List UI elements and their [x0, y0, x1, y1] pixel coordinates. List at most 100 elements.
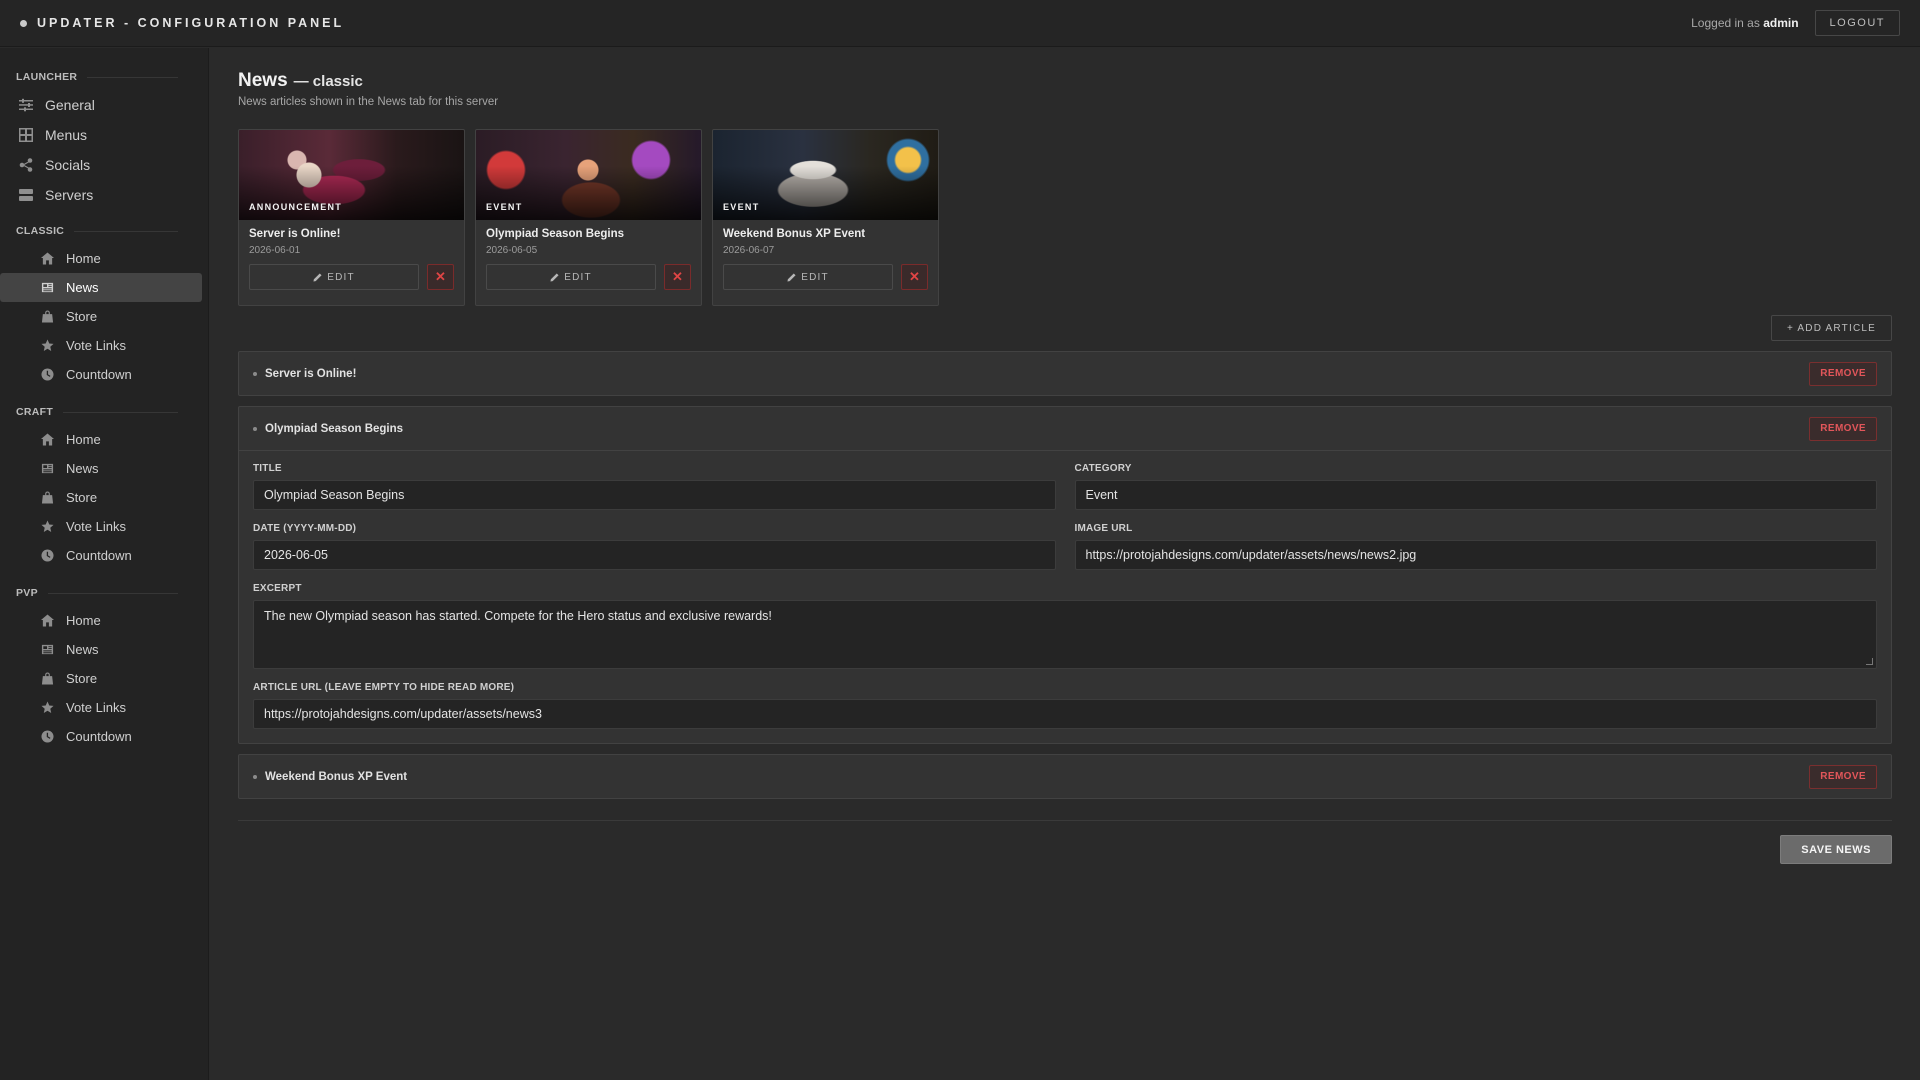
sidebar-item-label: General: [45, 97, 95, 113]
sidebar-item-label: Menus: [45, 127, 88, 143]
sidebar-item-label: Countdown: [66, 548, 132, 563]
title-input[interactable]: Olympiad Season Begins: [253, 480, 1056, 510]
news-card: EVENT Olympiad Season Begins 2026-06-05 …: [475, 129, 702, 306]
username: admin: [1763, 16, 1799, 30]
section-divider: [74, 230, 178, 232]
news-card-title: Server is Online!: [249, 228, 341, 240]
article-panel-header[interactable]: Olympiad Season Begins REMOVE: [239, 407, 1891, 450]
category-field-group: CATEGORY Event: [1074, 463, 1877, 510]
sidebar-item-label: News: [66, 642, 99, 657]
logged-prefix: Logged in as: [1691, 16, 1760, 30]
remove-button[interactable]: REMOVE: [1809, 361, 1877, 386]
remove-button[interactable]: REMOVE: [1809, 416, 1877, 441]
news-card-date: 2026-06-01: [249, 245, 301, 256]
sidebar-item-pvp-store[interactable]: Store: [0, 664, 202, 693]
article-panel-title: Server is Online!: [253, 368, 356, 380]
page-title: News: [238, 70, 288, 91]
resize-handle-icon[interactable]: [1866, 658, 1873, 665]
grid-icon: [19, 128, 33, 142]
home-icon: [41, 614, 54, 627]
edit-label: EDIT: [801, 271, 829, 283]
article-title-text: Weekend Bonus XP Event: [265, 770, 408, 783]
sidebar-item-classic-store[interactable]: Store: [0, 302, 202, 331]
classic-nav: Home News Store Vote Links Countdown: [0, 240, 208, 403]
sidebar-item-servers[interactable]: Servers: [0, 180, 208, 210]
article-panel: Weekend Bonus XP Event REMOVE: [238, 754, 1892, 799]
section-divider: [47, 592, 178, 594]
sidebar-item-classic-home[interactable]: Home: [0, 244, 202, 273]
logged-in-text: Logged in as admin: [1691, 16, 1798, 30]
home-icon: [41, 252, 54, 265]
edit-label: EDIT: [564, 271, 592, 283]
sidebar-item-pvp-home[interactable]: Home: [0, 606, 202, 635]
bag-icon: [41, 491, 54, 504]
sidebar-item-label: Home: [66, 432, 101, 447]
add-article-row: + ADD ARTICLE: [238, 315, 1892, 341]
sidebar-item-socials[interactable]: Socials: [0, 150, 208, 180]
article-panel-header[interactable]: Server is Online! REMOVE: [239, 352, 1891, 395]
sidebar-item-pvp-vote-links[interactable]: Vote Links: [0, 693, 202, 722]
brand: UPDATER - CONFIGURATION PANEL: [20, 16, 344, 30]
delete-button[interactable]: ✕: [901, 264, 928, 290]
sidebar-section-craft: CRAFT: [0, 403, 208, 421]
remove-button[interactable]: REMOVE: [1809, 764, 1877, 789]
category-badge: ANNOUNCEMENT: [249, 202, 343, 212]
main-content: News — classic News articles shown in th…: [238, 48, 1892, 864]
sidebar-section-launcher: LAUNCHER: [0, 68, 208, 86]
delete-button[interactable]: ✕: [664, 264, 691, 290]
edit-button[interactable]: EDIT: [486, 264, 656, 290]
delete-button[interactable]: ✕: [427, 264, 454, 290]
image-url-input[interactable]: https://protojahdesigns.com/updater/asse…: [1074, 540, 1877, 570]
sidebar-item-label: Vote Links: [66, 338, 126, 353]
top-bar: UPDATER - CONFIGURATION PANEL Logged in …: [0, 0, 1920, 47]
sidebar-item-label: Home: [66, 251, 101, 266]
section-label: LAUNCHER: [16, 71, 78, 83]
add-article-button[interactable]: + ADD ARTICLE: [1770, 315, 1892, 341]
home-icon: [41, 433, 54, 446]
news-card-image: EVENT: [476, 130, 701, 220]
star-icon: [41, 520, 54, 532]
sidebar-item-pvp-countdown[interactable]: Countdown: [0, 722, 202, 751]
article-panel-title: Weekend Bonus XP Event: [253, 771, 407, 783]
sidebar-item-pvp-news[interactable]: News: [0, 635, 202, 664]
sidebar-item-label: News: [66, 280, 99, 295]
user-box: Logged in as admin LOGOUT: [1691, 10, 1900, 36]
news-card-title: Olympiad Season Begins: [486, 228, 625, 240]
news-cards: ANNOUNCEMENT Server is Online! 2026-06-0…: [238, 129, 1892, 306]
sidebar-item-classic-countdown[interactable]: Countdown: [0, 360, 202, 389]
article-panel-header[interactable]: Weekend Bonus XP Event REMOVE: [239, 755, 1891, 798]
logout-button[interactable]: LOGOUT: [1814, 10, 1900, 36]
form-row: TITLE Olympiad Season Begins CATEGORY Ev…: [253, 463, 1877, 510]
edit-button[interactable]: EDIT: [249, 264, 419, 290]
article-title-text: Server is Online!: [265, 367, 357, 380]
bullet-icon: [253, 426, 257, 431]
sidebar-item-classic-news[interactable]: News: [0, 273, 202, 302]
bullet-icon: [253, 774, 257, 779]
save-news-button[interactable]: SAVE NEWS: [1780, 835, 1892, 864]
clock-icon: [41, 730, 54, 743]
sidebar-item-craft-vote-links[interactable]: Vote Links: [0, 512, 202, 541]
sidebar-item-craft-countdown[interactable]: Countdown: [0, 541, 202, 570]
date-input[interactable]: 2026-06-05: [253, 540, 1056, 570]
newspaper-icon: [41, 282, 54, 293]
sidebar-item-craft-news[interactable]: News: [0, 454, 202, 483]
excerpt-textarea[interactable]: The new Olympiad season has started. Com…: [253, 600, 1877, 669]
sidebar-item-craft-home[interactable]: Home: [0, 425, 202, 454]
article-url-input[interactable]: https://protojahdesigns.com/updater/asse…: [253, 699, 1877, 729]
star-icon: [41, 701, 54, 713]
title-field-group: TITLE Olympiad Season Begins: [253, 463, 1056, 510]
image-url-label: IMAGE URL: [1074, 523, 1133, 534]
sidebar-item-label: Store: [66, 671, 98, 686]
sidebar-item-menus[interactable]: Menus: [0, 120, 208, 150]
category-label: CATEGORY: [1074, 463, 1132, 474]
category-input[interactable]: Event: [1074, 480, 1877, 510]
sidebar-item-classic-vote-links[interactable]: Vote Links: [0, 331, 202, 360]
excerpt-label: EXCERPT: [253, 583, 302, 594]
news-card-body: Olympiad Season Begins 2026-06-05 EDIT ✕: [476, 220, 701, 290]
edit-button[interactable]: EDIT: [723, 264, 893, 290]
article-panel: Olympiad Season Begins REMOVE TITLE Olym…: [238, 406, 1892, 744]
sidebar-item-general[interactable]: General: [0, 90, 208, 120]
sidebar-item-craft-store[interactable]: Store: [0, 483, 202, 512]
news-card-date: 2026-06-05: [486, 245, 538, 256]
excerpt-text: The new Olympiad season has started. Com…: [264, 609, 772, 623]
